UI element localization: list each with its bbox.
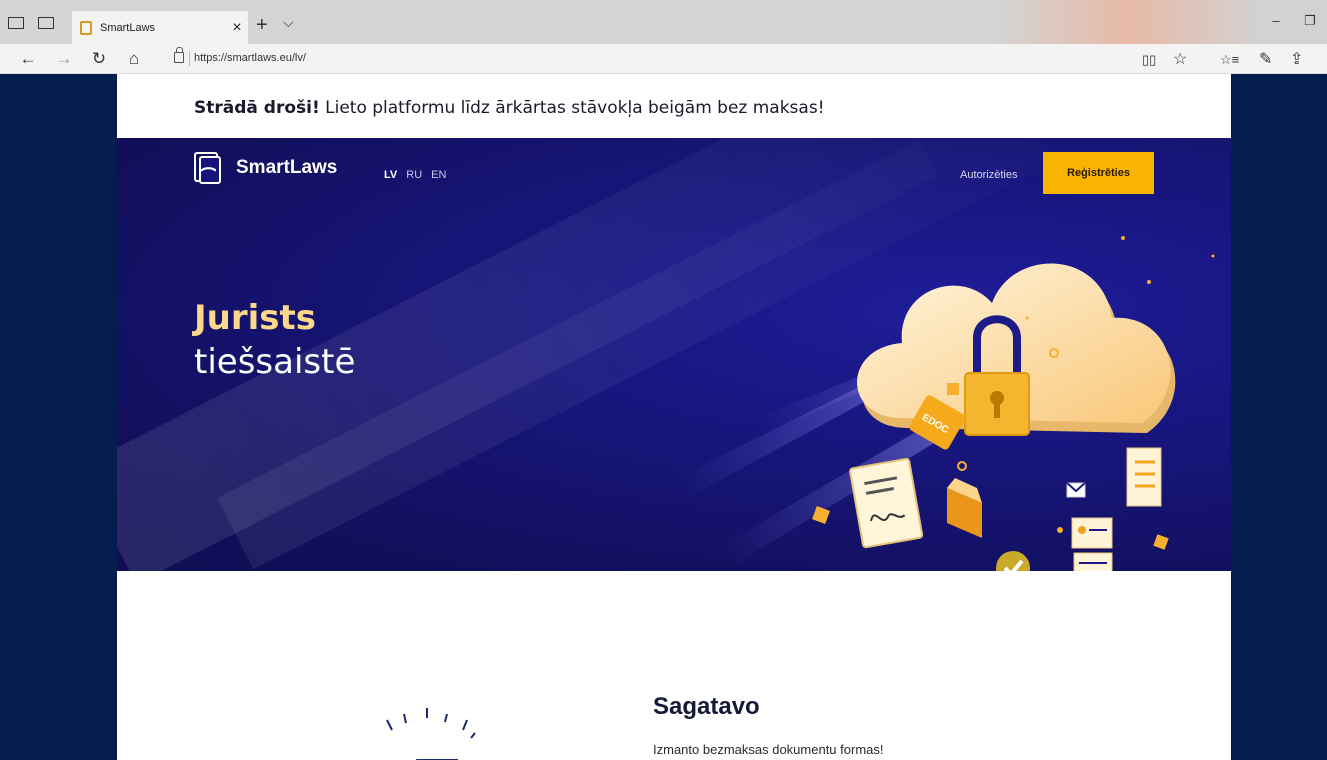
page-content: Strādā droši! Lieto platformu līdz ārkār… [117,74,1231,760]
browser-tab-bar: SmartLaws × + ⌵ – ❐ [0,0,1327,44]
browser-tab[interactable]: SmartLaws × [72,11,248,44]
logo-icon [194,152,222,184]
tab-title: SmartLaws [100,21,156,34]
envelope-icon [1066,482,1086,498]
logo-text: SmartLaws [236,157,338,178]
address-bar-row: ← → ↻ ⌂ https://smartlaws.eu/lv/ ▯▯ ☆ ☆≡… [0,44,1327,74]
new-tab-button[interactable]: + [256,14,268,37]
language-switcher: LV RU EN [384,169,446,181]
window-controls: – ❐ [1259,13,1327,29]
checklist-card-icon [1126,447,1162,507]
minimize-button[interactable]: – [1259,13,1293,29]
login-link[interactable]: Autorizēties [960,169,1017,181]
reading-view-icon[interactable]: ▯▯ [1142,52,1156,68]
hero-section: SmartLaws LV RU EN Autorizēties Reģistrē… [117,138,1231,571]
section-title: Sagatavo [653,693,760,720]
lock-icon [174,47,184,63]
register-button[interactable]: Reģistrēties [1043,152,1154,194]
tab-list-chevron-icon[interactable]: ⌵ [283,14,294,31]
lang-ru[interactable]: RU [406,169,422,181]
promo-banner: Strādā droši! Lieto platformu līdz ārkār… [117,74,1231,138]
profile-cards-icon [1071,517,1113,571]
forward-button[interactable]: → [54,49,74,69]
folder-icon [947,478,982,538]
favicon-icon [80,20,92,35]
back-button[interactable]: ← [18,49,38,69]
notes-pen-icon[interactable]: ✎ [1259,49,1272,69]
section-text: Izmanto bezmaksas dokumentu formas! [653,742,884,757]
banner-text: Strādā droši! Lieto platformu līdz ārkār… [194,98,825,118]
lang-lv[interactable]: LV [384,169,397,181]
refresh-button[interactable]: ↻ [89,49,109,69]
hero-title: Jurists tiešsaistē [194,298,356,382]
set-tabs-aside-icon[interactable] [38,17,54,29]
favorites-hub-icon[interactable]: ☆≡ [1220,52,1239,68]
restore-button[interactable]: ❐ [1293,13,1327,29]
home-button[interactable]: ⌂ [124,49,144,69]
url-input[interactable]: https://smartlaws.eu/lv/ [194,52,306,64]
tab-close-button[interactable]: × [226,19,248,37]
logo[interactable]: SmartLaws [194,152,337,184]
favorite-star-icon[interactable]: ☆ [1173,49,1187,69]
document-form-illustration [386,708,476,760]
share-icon[interactable]: ⇪ [1290,49,1303,69]
lang-en[interactable]: EN [431,169,446,181]
check-badge-icon [996,551,1030,571]
cube-icon [1153,534,1169,550]
tabs-aside-icon[interactable] [8,17,24,29]
document-icon [849,457,924,549]
tab-tools [8,17,54,29]
cube-icon [947,383,959,395]
cloud-security-illustration: EDOC [677,236,1215,571]
